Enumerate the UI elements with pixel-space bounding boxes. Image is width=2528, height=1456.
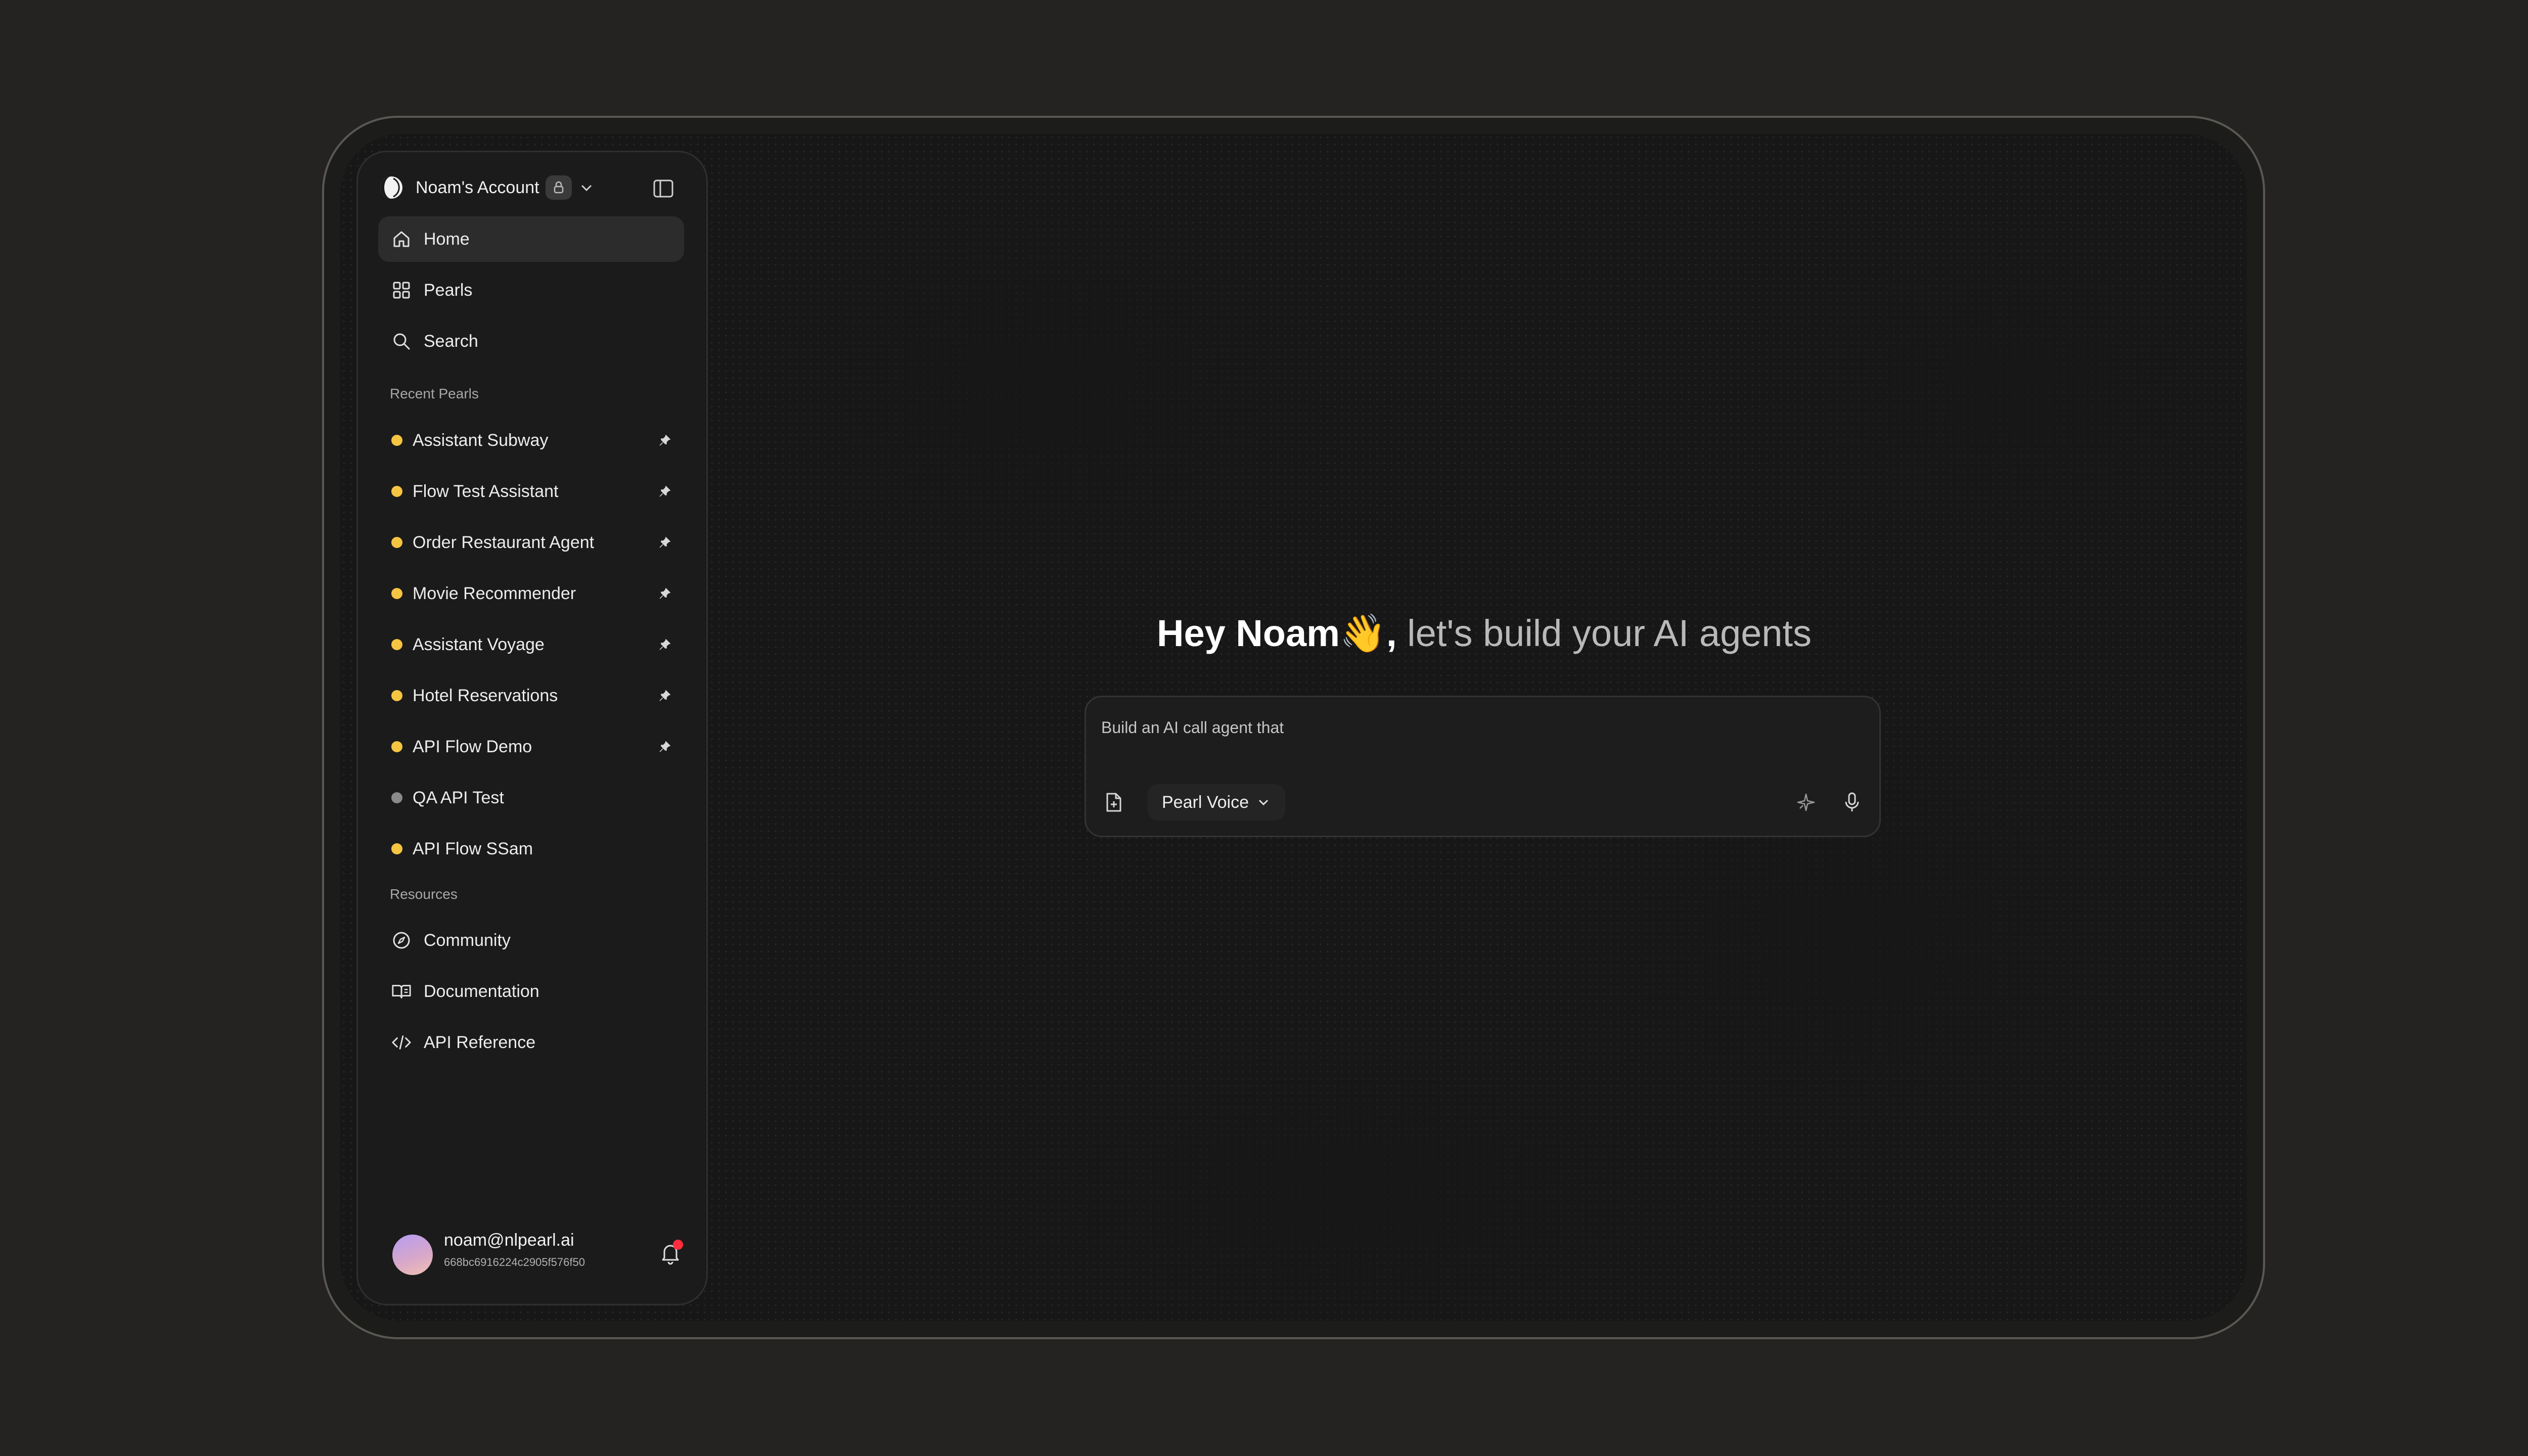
- pearl-item[interactable]: QA API Test: [378, 775, 684, 821]
- status-dot: [391, 537, 402, 548]
- page-title: Hey Noam👋, let's build your AI agents: [1157, 612, 1812, 656]
- status-dot: [391, 741, 402, 752]
- status-dot: [391, 588, 402, 599]
- status-dot: [391, 792, 402, 803]
- chevron-down-icon: [581, 185, 592, 192]
- sidebar-toggle-icon[interactable]: [651, 176, 675, 201]
- recent-pearls-heading: Recent Pearls: [390, 386, 479, 401]
- nav-home-label: Home: [424, 229, 470, 249]
- search-icon: [391, 331, 412, 351]
- resource-label: Documentation: [424, 981, 539, 1001]
- pearl-label: QA API Test: [413, 788, 504, 807]
- prompt-input[interactable]: [1101, 712, 1849, 743]
- pearl-item[interactable]: Assistant Voyage: [378, 622, 684, 667]
- status-dot: [391, 843, 402, 854]
- pin-icon[interactable]: [656, 635, 674, 654]
- sparkle-icon[interactable]: [1793, 790, 1819, 815]
- pearl-item[interactable]: Order Restaurant Agent: [378, 520, 684, 565]
- pin-icon[interactable]: [656, 687, 674, 705]
- pearl-item[interactable]: Hotel Reservations: [378, 673, 684, 718]
- chevron-down-icon: [1258, 799, 1269, 806]
- nav-pearls[interactable]: Pearls: [378, 267, 684, 313]
- notification-badge: [673, 1240, 683, 1250]
- pearl-label: Assistant Voyage: [413, 634, 545, 654]
- home-icon: [391, 229, 412, 249]
- pearl-label: Movie Recommender: [413, 583, 576, 603]
- pearl-logo-icon: [380, 176, 402, 199]
- pearl-item[interactable]: Movie Recommender: [378, 571, 684, 616]
- voice-select-label: Pearl Voice: [1162, 792, 1249, 812]
- pearl-label: Flow Test Assistant: [413, 481, 559, 501]
- voice-select[interactable]: Pearl Voice: [1148, 784, 1285, 821]
- pearl-item[interactable]: API Flow SSam: [378, 826, 684, 872]
- resource-label: Community: [424, 930, 511, 950]
- greeting-soft: let's build your AI agents: [1407, 612, 1812, 654]
- pearl-label: API Flow Demo: [413, 737, 532, 756]
- code-icon: [391, 1032, 412, 1053]
- status-dot: [391, 690, 402, 701]
- file-attach-icon[interactable]: [1101, 790, 1126, 815]
- pearl-label: API Flow SSam: [413, 839, 533, 858]
- book-icon: [391, 981, 412, 1002]
- resource-documentation[interactable]: Documentation: [378, 969, 684, 1014]
- compass-icon: [391, 930, 412, 950]
- prompt-box: Pearl Voice: [1085, 696, 1881, 837]
- account-switcher[interactable]: Noam's Account: [378, 172, 594, 203]
- pin-icon[interactable]: [656, 533, 674, 552]
- pearl-item[interactable]: Flow Test Assistant: [378, 469, 684, 514]
- greeting-strong: Hey Noam👋,: [1157, 612, 1397, 654]
- nav-home[interactable]: Home: [378, 216, 684, 262]
- pin-icon[interactable]: [656, 482, 674, 500]
- resources-heading: Resources: [390, 886, 458, 902]
- sidebar: Noam's Account Home Pearls Search Recent…: [356, 151, 708, 1305]
- pearl-label: Assistant Subway: [413, 430, 549, 450]
- user-profile[interactable]: noam@nlpearl.ai 668bc6916224c2905f576f50: [392, 1230, 683, 1275]
- resource-community[interactable]: Community: [378, 918, 684, 963]
- grid-icon: [391, 280, 412, 300]
- pearl-item[interactable]: API Flow Demo: [378, 724, 684, 769]
- pin-icon[interactable]: [656, 584, 674, 603]
- microphone-icon[interactable]: [1839, 790, 1865, 815]
- lock-icon: [545, 175, 572, 200]
- resource-api-reference[interactable]: API Reference: [378, 1020, 684, 1065]
- nav-search[interactable]: Search: [378, 318, 684, 364]
- pearl-label: Order Restaurant Agent: [413, 532, 595, 552]
- status-dot: [391, 639, 402, 650]
- pearl-label: Hotel Reservations: [413, 686, 558, 705]
- status-dot: [391, 486, 402, 497]
- pin-icon[interactable]: [656, 738, 674, 756]
- nav-pearls-label: Pearls: [424, 280, 473, 300]
- nav-search-label: Search: [424, 331, 478, 351]
- avatar[interactable]: [392, 1235, 433, 1275]
- resource-label: API Reference: [424, 1032, 536, 1052]
- status-dot: [391, 435, 402, 446]
- pearl-item[interactable]: Assistant Subway: [378, 418, 684, 463]
- user-id: 668bc6916224c2905f576f50: [444, 1256, 585, 1268]
- pin-icon[interactable]: [656, 431, 674, 449]
- user-email: noam@nlpearl.ai: [444, 1231, 574, 1250]
- account-name: Noam's Account: [416, 177, 539, 197]
